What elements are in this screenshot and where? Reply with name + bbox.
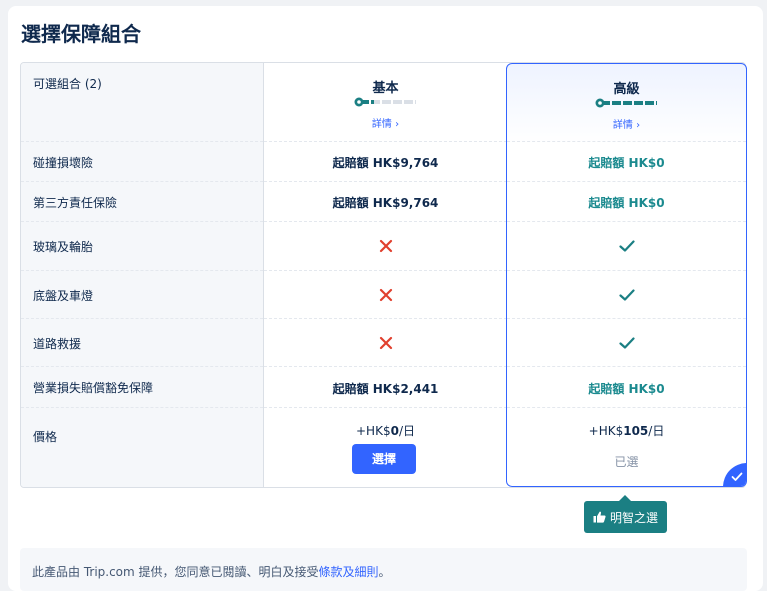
collision-label: 碰撞損壞險 — [33, 156, 94, 170]
terms-link[interactable]: 條款及細則 — [319, 565, 379, 579]
table-row: 起賠額 HK$0 — [507, 182, 746, 222]
select-button[interactable]: 選擇 — [352, 444, 416, 474]
table-row — [264, 271, 507, 319]
coverage-meter-icon — [595, 98, 657, 108]
table-row — [507, 271, 746, 319]
table-row — [507, 319, 746, 367]
table-row: 起賠額 HK$2,441 — [264, 367, 507, 408]
terms-notice: 此產品由 Trip.com 提供，您同意已閱讀、明白及接受條款及細則。 — [20, 548, 747, 591]
table-row: 底盤及車燈 — [21, 271, 263, 319]
table-row — [264, 319, 507, 367]
check-icon — [618, 289, 635, 301]
label-column: 可選組合 (2) 碰撞損壞險 第三方責任保險 玻璃及輪胎 底盤及車燈 道路救援 … — [21, 63, 264, 487]
plan-header: 基本 詳情 › — [264, 63, 507, 142]
table-row: 價格 — [21, 408, 263, 487]
cross-icon — [379, 288, 392, 302]
table-row: 道路救援 — [21, 319, 263, 367]
check-icon — [618, 240, 635, 252]
coverage-meter-icon — [354, 97, 416, 107]
plan-column-basic: 基本 詳情 › 起賠額 HK$9,764 起賠額 HK$9,764 起賠額 HK… — [264, 63, 507, 487]
table-row: 第三方責任保險 — [21, 182, 263, 222]
table-row: 玻璃及輪胎 — [21, 222, 263, 271]
table-row: 起賠額 HK$0 — [507, 142, 746, 182]
table-row: 起賠額 HK$9,764 — [264, 142, 507, 182]
loss-of-use-value: 起賠額 HK$2,441 — [332, 382, 439, 396]
table-row: 起賠額 HK$9,764 — [264, 182, 507, 222]
check-icon — [618, 337, 635, 349]
third-party-value: 起賠額 HK$9,764 — [332, 196, 439, 210]
glass-tires-label: 玻璃及輪胎 — [33, 240, 94, 254]
roadside-label: 道路救援 — [33, 337, 82, 351]
cross-icon — [379, 239, 392, 253]
undercarriage-label: 底盤及車燈 — [33, 289, 94, 303]
table-row: 營業損失賠償豁免保障 — [21, 367, 263, 408]
thumbs-up-icon — [593, 511, 606, 523]
selected-status: 已選 — [614, 455, 639, 469]
options-count-label: 可選組合 (2) — [33, 77, 102, 91]
details-link[interactable]: 詳情 › — [507, 116, 746, 131]
page-title: 選擇保障組合 — [21, 22, 141, 46]
collision-value: 起賠額 HK$9,764 — [332, 156, 439, 170]
plan-name: 基本 — [372, 81, 399, 96]
collision-value: 起賠額 HK$0 — [588, 156, 665, 170]
plan-name: 高級 — [613, 82, 640, 97]
table-row: 起賠額 HK$0 — [507, 367, 746, 408]
table-row — [264, 222, 507, 271]
price-value: +HK$105/日 — [588, 424, 665, 438]
check-icon — [731, 472, 743, 481]
header-row: 可選組合 (2) — [21, 63, 263, 142]
table-row — [507, 222, 746, 271]
plan-header: 高級 詳情 › — [507, 64, 746, 142]
third-party-label: 第三方責任保險 — [33, 196, 118, 210]
table-row: 碰撞損壞險 — [21, 142, 263, 182]
price-value: +HK$0/日 — [356, 424, 415, 438]
recommended-badge: 明智之選 — [584, 495, 667, 533]
price-label: 價格 — [33, 430, 58, 444]
third-party-value: 起賠額 HK$0 — [588, 196, 665, 210]
loss-of-use-label: 營業損失賠償豁免保障 — [33, 381, 154, 395]
plan-column-premium[interactable]: 高級 詳情 › 起賠額 HK$0 起賠額 HK$0 起賠額 HK$0 +HK$1… — [506, 63, 747, 487]
loss-of-use-value: 起賠額 HK$0 — [588, 382, 665, 396]
cross-icon — [379, 336, 392, 350]
badge-label: 明智之選 — [609, 510, 658, 525]
details-link[interactable]: 詳情 › — [264, 115, 507, 130]
